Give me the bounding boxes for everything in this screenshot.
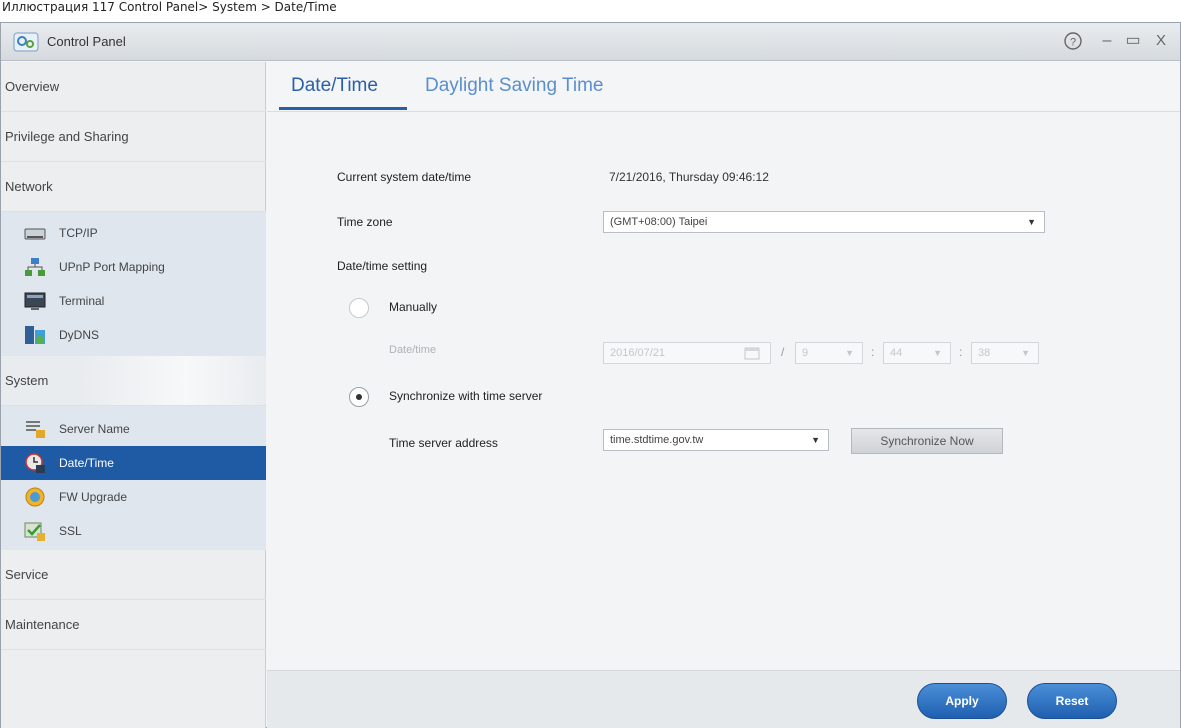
sidebar-item-fw-upgrade[interactable]: FW Upgrade (1, 480, 266, 514)
maximize-button[interactable]: ▭ (1123, 31, 1143, 51)
svg-text:?: ? (1070, 37, 1076, 49)
minute-select[interactable]: 44 ▼ (883, 342, 951, 364)
sidebar: Overview Privilege and Sharing Network T… (1, 62, 266, 728)
ssl-icon (24, 522, 45, 541)
sidebar-category-privilege-and-sharing[interactable]: Privilege and Sharing (1, 112, 266, 162)
apply-button[interactable]: Apply (917, 683, 1007, 719)
network-subgroup: TCP/IP UPnP Port Mapping Terminal DyDNS (1, 212, 266, 356)
minute-value: 44 (890, 347, 903, 359)
dropdown-arrow-icon: ▼ (1027, 217, 1036, 227)
sidebar-item-server-name[interactable]: Server Name (1, 412, 266, 446)
sidebar-item-tcpip[interactable]: TCP/IP (1, 216, 266, 250)
dropdown-arrow-icon: ▼ (933, 348, 942, 358)
sidebar-category-overview[interactable]: Overview (1, 62, 266, 112)
sidebar-item-label: Terminal (59, 294, 105, 308)
manual-date-input[interactable]: 2016/07/21 (603, 342, 771, 364)
dydns-icon (25, 326, 45, 344)
calendar-icon[interactable] (744, 346, 760, 360)
time-server-select[interactable]: time.stdtime.gov.tw ▼ (603, 429, 829, 451)
date-separator: / (781, 345, 785, 359)
terminal-icon (24, 292, 46, 310)
manual-label: Manually (389, 300, 438, 314)
sidebar-item-terminal[interactable]: Terminal (1, 284, 266, 318)
tab-date-time[interactable]: Date/Time (291, 74, 378, 98)
sidebar-category-service[interactable]: Service (1, 550, 266, 600)
sidebar-item-label: TCP/IP (59, 226, 98, 240)
time-separator: : (871, 345, 875, 359)
sync-radio[interactable] (349, 387, 369, 407)
manual-datetime-label: Date/time (389, 344, 437, 356)
dropdown-arrow-icon: ▼ (811, 435, 820, 445)
second-value: 38 (978, 347, 991, 359)
network-card-icon (24, 228, 46, 240)
synchronize-now-button[interactable]: Synchronize Now (851, 428, 1003, 454)
help-icon[interactable]: ? (1063, 31, 1083, 51)
sidebar-item-upnp-port-mapping[interactable]: UPnP Port Mapping (1, 250, 266, 284)
sidebar-category-network[interactable]: Network (1, 162, 266, 212)
reset-button[interactable]: Reset (1027, 683, 1117, 719)
sidebar-item-label: FW Upgrade (59, 490, 128, 504)
sidebar-category-system[interactable]: System (1, 356, 266, 406)
timezone-label: Time zone (337, 215, 393, 229)
sidebar-item-ssl[interactable]: SSL (1, 514, 266, 548)
upnp-icon (25, 258, 45, 276)
timezone-select[interactable]: (GMT+08:00) Taipei ▼ (603, 211, 1045, 233)
main-panel: Date/Time Daylight Saving Time Current s… (267, 62, 1180, 728)
time-separator: : (959, 345, 963, 359)
clock-icon (25, 453, 45, 473)
dropdown-arrow-icon: ▼ (1021, 348, 1030, 358)
control-panel-icon (13, 32, 39, 52)
title-bar: Control Panel ? – ▭ X (1, 23, 1180, 61)
minimize-button[interactable]: – (1097, 31, 1117, 51)
server-name-icon (26, 421, 45, 438)
sidebar-item-label: SSL (59, 524, 82, 538)
system-subgroup: Server Name Date/Time FW Upgrade SSL (1, 406, 266, 550)
sidebar-category-maintenance[interactable]: Maintenance (1, 600, 266, 650)
close-button[interactable]: X (1151, 31, 1171, 51)
timezone-value: (GMT+08:00) Taipei (610, 216, 708, 228)
active-tab-indicator (279, 107, 407, 110)
hour-select[interactable]: 9 ▼ (795, 342, 863, 364)
manual-date-value: 2016/07/21 (610, 347, 666, 359)
sidebar-item-label: Date/Time (59, 456, 114, 470)
sidebar-item-label: Server Name (59, 422, 130, 436)
second-select[interactable]: 38 ▼ (971, 342, 1039, 364)
dropdown-arrow-icon: ▼ (845, 348, 854, 358)
sidebar-item-label: DyDNS (59, 328, 100, 342)
datetime-setting-label: Date/time setting (337, 259, 428, 273)
control-panel-window: Control Panel ? – ▭ X Overview Privilege… (0, 22, 1181, 728)
window-title: Control Panel (47, 34, 126, 49)
footer-bar: Apply Reset (267, 670, 1180, 728)
current-datetime-value: 7/21/2016, Thursday 09:46:12 (609, 170, 769, 184)
tab-daylight-saving-time[interactable]: Daylight Saving Time (425, 74, 603, 98)
current-datetime-label: Current system date/time (337, 170, 472, 184)
time-server-label: Time server address (389, 436, 498, 450)
sidebar-item-label: UPnP Port Mapping (59, 260, 165, 274)
sidebar-item-dydns[interactable]: DyDNS (1, 318, 266, 352)
fw-upgrade-icon (25, 487, 45, 507)
manual-radio[interactable] (349, 298, 369, 318)
hour-value: 9 (802, 347, 809, 359)
sidebar-item-date-time[interactable]: Date/Time (1, 446, 266, 480)
caption: Иллюстрация 117 Control Panel> System > … (2, 0, 337, 14)
sync-label: Synchronize with time server (389, 389, 543, 403)
time-server-value: time.stdtime.gov.tw (610, 434, 704, 446)
tab-bar: Date/Time Daylight Saving Time (267, 62, 1180, 112)
radio-selected-dot (356, 394, 362, 400)
